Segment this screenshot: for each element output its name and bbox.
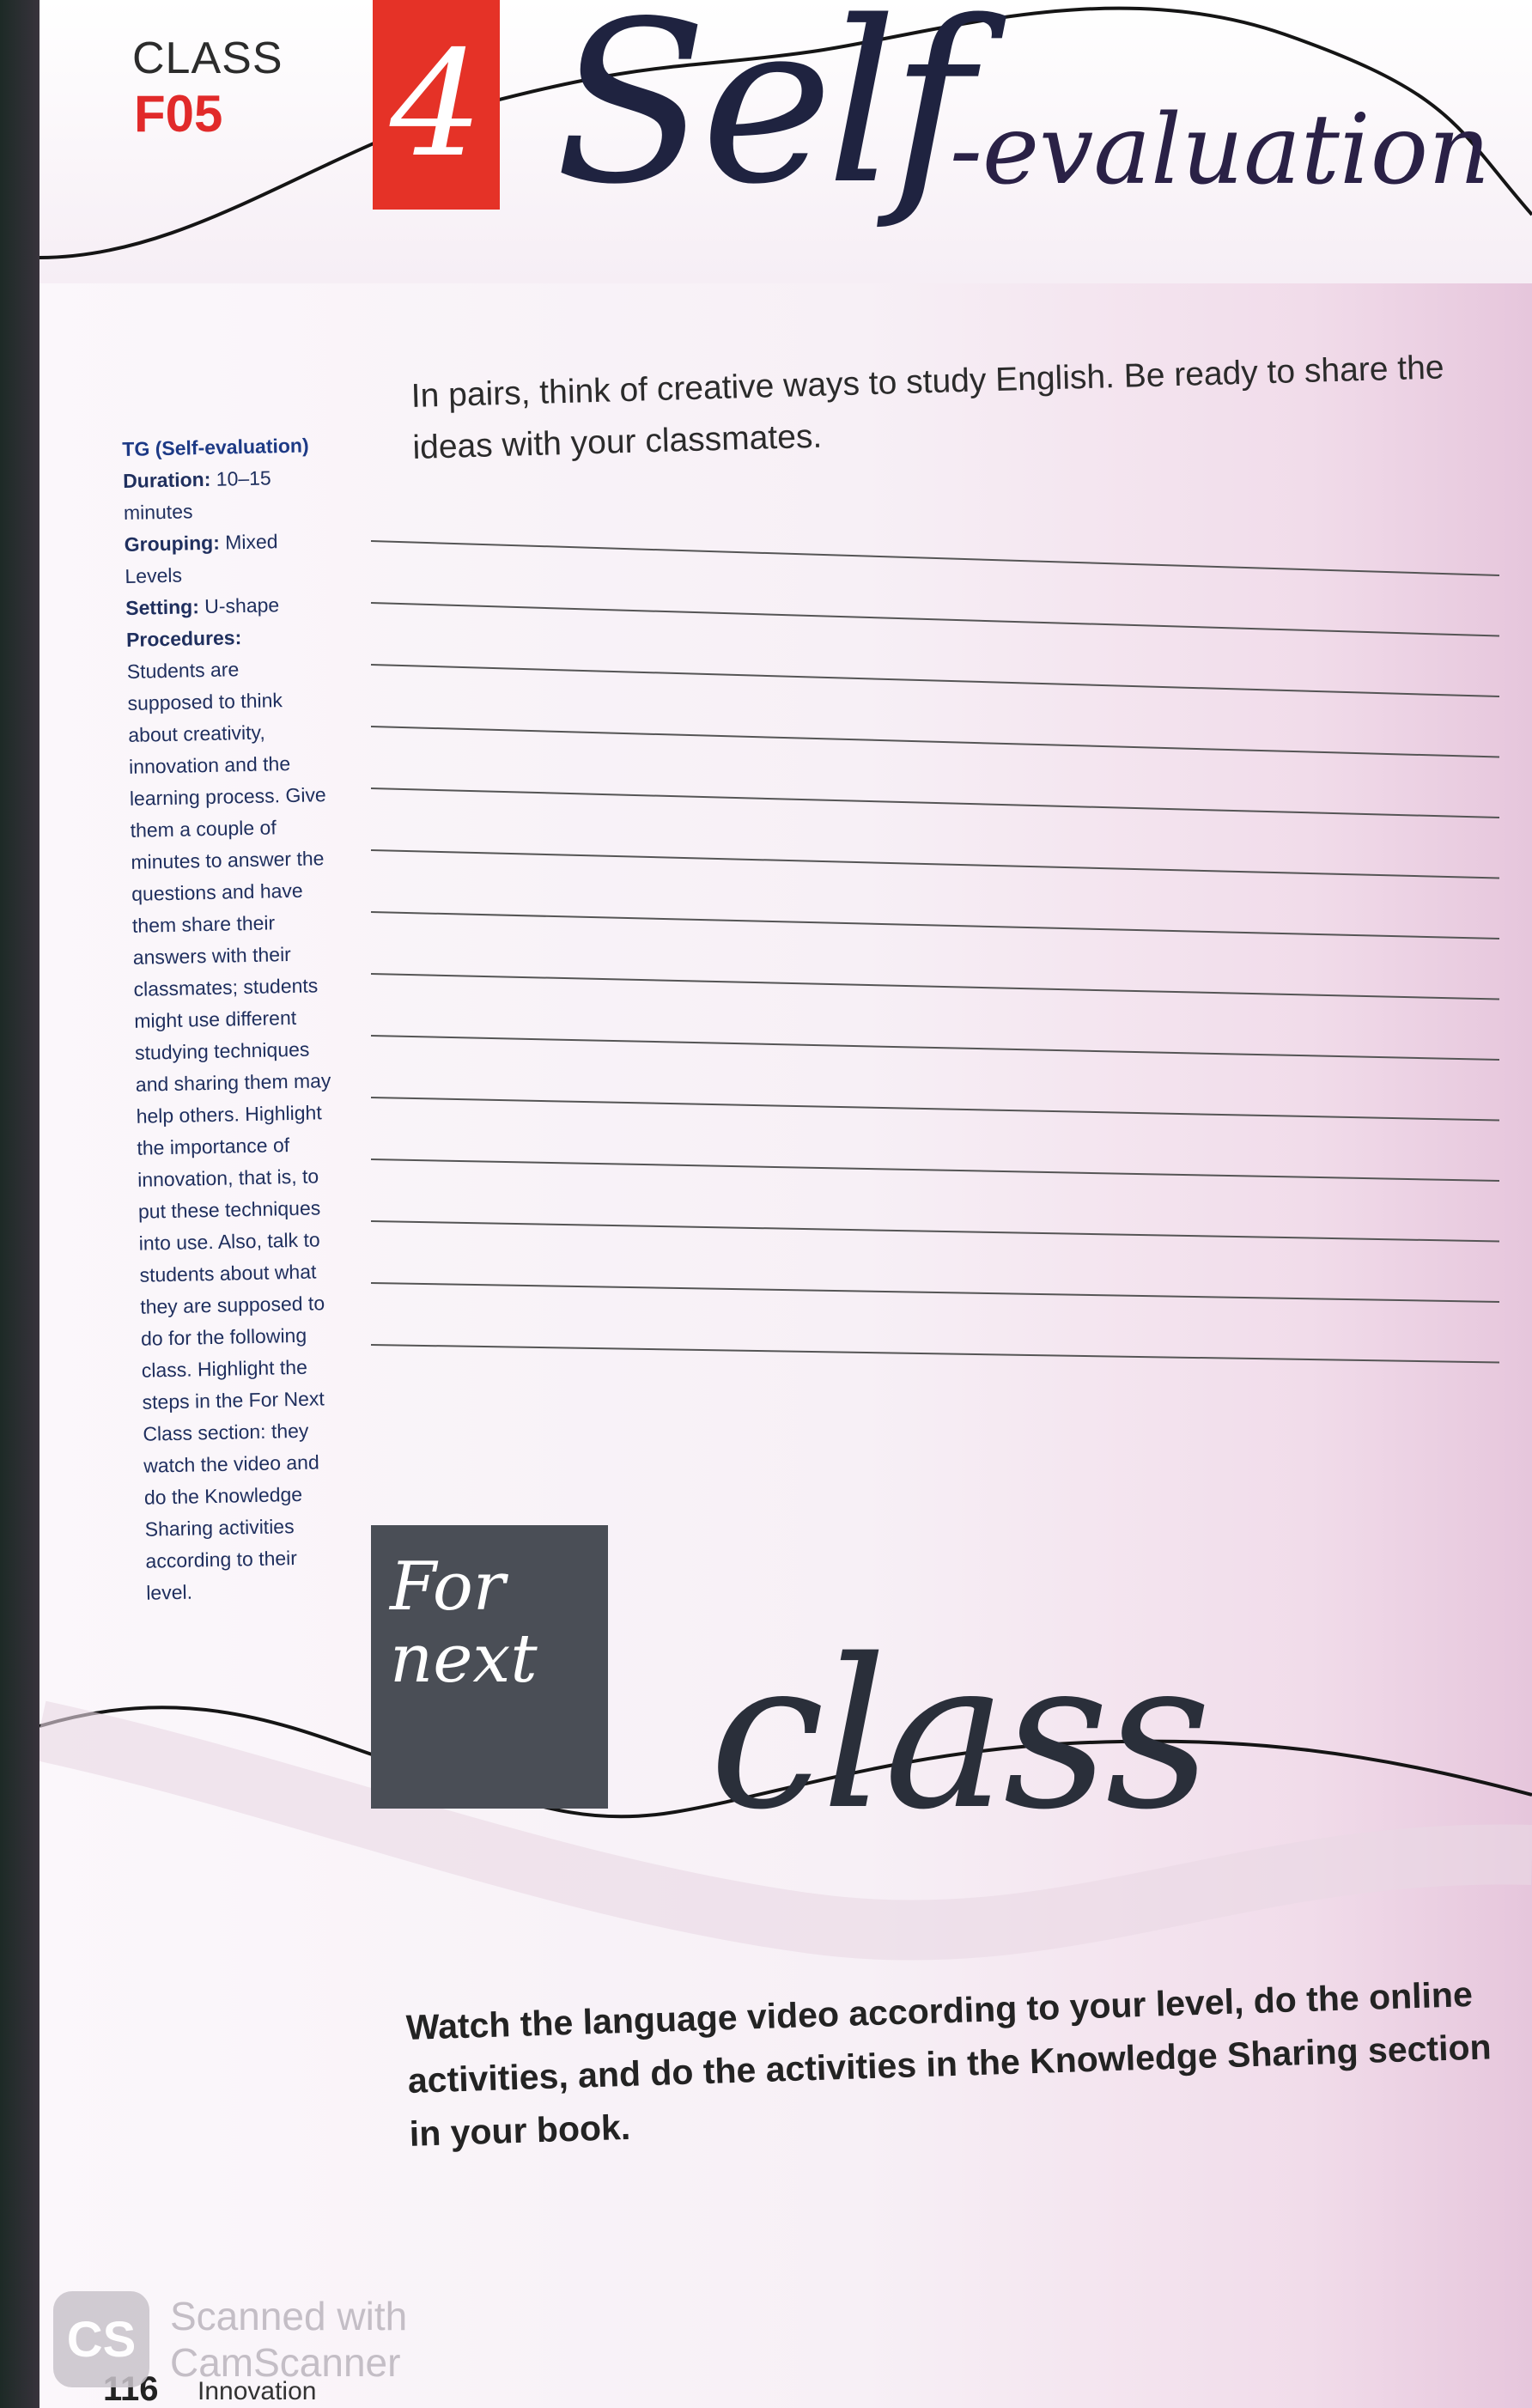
watermark-line2: CamScanner xyxy=(170,2340,401,2385)
watermark-line1: Scanned with xyxy=(170,2294,408,2338)
class-label: CLASS xyxy=(132,33,283,83)
answer-line xyxy=(370,602,1500,637)
answer-lines xyxy=(370,540,1500,1364)
title-self: Self xyxy=(555,0,973,234)
answer-line xyxy=(370,540,1500,576)
grouping-label: Grouping: xyxy=(124,531,221,556)
answer-line xyxy=(370,849,1500,879)
setting-label: Setting: xyxy=(125,595,200,619)
title-evaluation: -evaluation xyxy=(950,94,1491,206)
procedures-text: Students are supposed to think about cre… xyxy=(126,658,331,1604)
answer-line xyxy=(370,1158,1500,1182)
section-number-badge: 4 xyxy=(373,0,500,210)
section-number: 4 xyxy=(389,20,483,190)
answer-line xyxy=(370,911,1500,939)
duration-row: Duration: 10–15 minutes xyxy=(123,461,321,529)
answer-line xyxy=(370,1282,1500,1303)
watermark-text: Scanned with CamScanner xyxy=(170,2293,407,2386)
grouping-row: Grouping: Mixed Levels xyxy=(124,525,322,593)
scanner-watermark: CS Scanned with CamScanner xyxy=(53,2291,407,2387)
procedures-label: Procedures: xyxy=(125,626,242,651)
class-code: F05 xyxy=(134,85,223,143)
procedures-row: Procedures: Students are supposed to thi… xyxy=(126,620,344,1609)
answer-line xyxy=(370,1097,1500,1122)
setting-value: U-shape xyxy=(204,593,280,618)
answer-line xyxy=(370,787,1500,818)
answer-line xyxy=(370,1220,1500,1243)
setting-row: Setting: U-shape xyxy=(125,588,324,624)
workbook-page: CLASS F05 4 Self -evaluation TG (Self-ev… xyxy=(40,0,1532,2408)
for-next-label: For next xyxy=(390,1548,538,1698)
answer-line xyxy=(370,726,1500,758)
duration-label: Duration: xyxy=(122,467,211,492)
answer-line xyxy=(370,973,1500,1000)
for-next-box: For next xyxy=(371,1525,608,1809)
camscanner-logo-icon: CS xyxy=(53,2291,149,2387)
tg-title: TG (Self-evaluation) xyxy=(122,434,309,460)
answer-line xyxy=(370,664,1500,697)
answer-line xyxy=(370,1035,1500,1061)
answer-line xyxy=(370,1344,1500,1364)
teacher-guide-sidebar: TG (Self-evaluation) Duration: 10–15 min… xyxy=(122,429,344,1609)
class-title: class xyxy=(709,1614,1212,1855)
